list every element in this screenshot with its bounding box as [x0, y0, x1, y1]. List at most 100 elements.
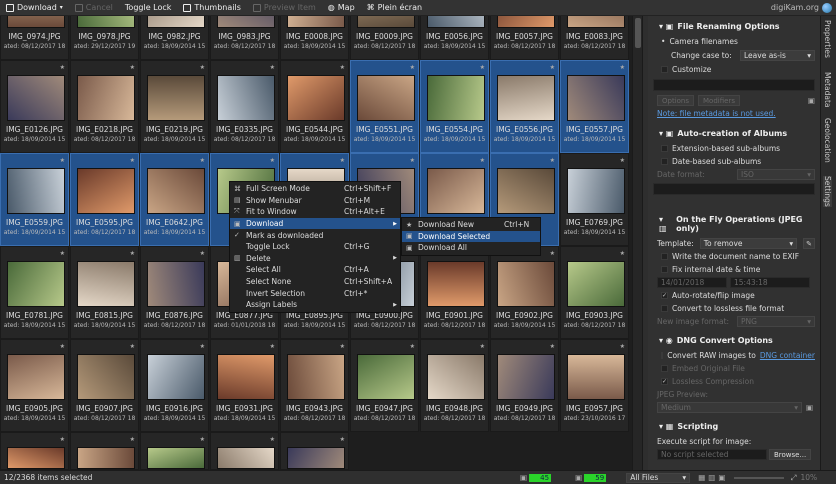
- star-icon[interactable]: ★: [270, 157, 275, 164]
- thumbnail-cell[interactable]: ★IMG_E0901.JPGated: 08/12/2017 18: [420, 246, 489, 339]
- cancel-button[interactable]: Cancel: [69, 3, 119, 12]
- thumbnail-cell[interactable]: ★ IMG_E0931.JPG ated: 18/09/2014 15: [210, 339, 279, 432]
- ext-subalbums-checkbox[interactable]: Extension-based sub-albums: [661, 142, 815, 155]
- star-icon[interactable]: ★: [130, 343, 135, 350]
- section-auto-albums[interactable]: ▾ ▣ Auto-creation of Albums: [659, 129, 815, 138]
- star-icon[interactable]: ★: [60, 250, 65, 257]
- customize-input[interactable]: [653, 79, 815, 91]
- star-icon[interactable]: ★: [130, 64, 135, 71]
- grid-scrollbar[interactable]: [632, 16, 642, 470]
- toggle-lock-button[interactable]: Toggle Lock: [119, 3, 178, 12]
- menu-item-select-none[interactable]: Select None Ctrl+Shift+A: [230, 276, 400, 288]
- star-icon[interactable]: ★: [270, 343, 275, 350]
- star-icon[interactable]: ★: [340, 157, 345, 164]
- jpeg-preview-select[interactable]: Medium ▾: [657, 402, 802, 413]
- thumbnail-cell[interactable]: ★ IMG_E0948.JPG ated: 08/12/2017 18: [420, 339, 489, 432]
- thumbnail-cell[interactable]: ★ IMG_E0595.JPG ated: 08/12/2017 18: [70, 153, 139, 246]
- menu-item-select-all[interactable]: Select All Ctrl+A: [230, 264, 400, 276]
- thumbnail-cell[interactable]: ★ IMG_E0769.JPG ated: 18/09/2014 15: [560, 153, 629, 246]
- modifiers-button[interactable]: Modifiers: [698, 95, 740, 106]
- star-icon[interactable]: ★: [620, 343, 625, 350]
- preview-item-button[interactable]: Preview Item: [247, 3, 322, 12]
- date-input[interactable]: 14/01/2018: [657, 277, 727, 288]
- thumbnail-cell[interactable]: ★ IMG_E0907.JPG ated: 08/12/2017 18: [70, 339, 139, 432]
- star-icon[interactable]: ★: [200, 250, 205, 257]
- star-icon[interactable]: ★: [270, 64, 275, 71]
- convert-raw-checkbox[interactable]: Convert RAW images to DNG container: [661, 349, 815, 362]
- thumbnail-cell[interactable]: ★ IMG_E0957.JPG ated: 23/10/2016 17: [560, 339, 629, 432]
- help-icon[interactable]: ▣: [808, 96, 815, 105]
- thumbnail-cell[interactable]: ★ IMG_E0905.JPG ated: 18/09/2014 15: [0, 339, 69, 432]
- star-icon[interactable]: ★: [200, 343, 205, 350]
- time-input[interactable]: 15:43:18: [730, 277, 810, 288]
- star-icon[interactable]: ★: [550, 343, 555, 350]
- thumbnail-cell[interactable]: ★IMG_0982.JPGated: 18/09/2014 15: [140, 16, 209, 60]
- lossless-format-checkbox[interactable]: Convert to lossless file format: [661, 302, 815, 315]
- star-icon[interactable]: ★: [410, 157, 415, 164]
- thumbnail-cell[interactable]: ★ IMG_E0916.JPG ated: 18/09/2014 15: [140, 339, 209, 432]
- star-icon[interactable]: ★: [620, 250, 625, 257]
- autorotate-checkbox[interactable]: ✓ Auto-rotate/flip image: [661, 289, 815, 302]
- metadata-note-link[interactable]: Note: file metadata is not used.: [657, 107, 815, 120]
- thumbnail-cell[interactable]: ★IMG_E0008.JPGated: 18/09/2014 15: [280, 16, 349, 60]
- star-icon[interactable]: ★: [200, 436, 205, 443]
- thumbnail-cell[interactable]: ★ IMG_E0815.JPG ated: 18/09/2014 15: [70, 246, 139, 339]
- star-icon[interactable]: ★: [60, 157, 65, 164]
- thumbnail-cell[interactable]: ★ IMG_E0551.JPG ated: 18/09/2014 15: [350, 60, 419, 153]
- menu-item-download-selected[interactable]: ▣ Download Selected: [402, 230, 540, 243]
- thumbnail-cell[interactable]: ★IMG_E0056.JPGated: 18/09/2014 15: [420, 16, 489, 60]
- star-icon[interactable]: ★: [340, 436, 345, 443]
- thumbnail-cell[interactable]: ★ IMG_E0949.JPG ated: 08/12/2017 18: [490, 339, 559, 432]
- star-icon[interactable]: ★: [550, 250, 555, 257]
- date-subalbums-checkbox[interactable]: Date-based sub-albums: [661, 155, 815, 168]
- star-icon[interactable]: ★: [340, 64, 345, 71]
- menu-item-delete[interactable]: ▥ Delete ▶: [230, 253, 400, 265]
- script-input[interactable]: No script selected: [657, 449, 767, 460]
- thumbnail-cell[interactable]: ★ IMG_E0559.JPG ated: 18/09/2014 15: [0, 153, 69, 246]
- star-icon[interactable]: ★: [60, 64, 65, 71]
- file-filter-select[interactable]: All Files ▾: [626, 472, 691, 483]
- thumbnail-cell[interactable]: ★IMG_0983.JPGated: 08/12/2017 18: [210, 16, 279, 60]
- fullscreen-button[interactable]: ⌘ Plein écran: [361, 3, 428, 12]
- sort-icons[interactable]: ▦▥▣: [698, 473, 728, 482]
- zoom-slider[interactable]: [734, 476, 785, 479]
- star-icon[interactable]: ★: [410, 64, 415, 71]
- thumbnail-cell[interactable]: ★IMG_E0009.JPGated: 08/12/2017 18: [350, 16, 419, 60]
- star-icon[interactable]: ★: [410, 343, 415, 350]
- menu-item-fit-to-window[interactable]: ⤧ Fit to Window Ctrl+Alt+E: [230, 206, 400, 218]
- thumbnail-cell[interactable]: ★ IMG_E0335.JPG ated: 08/12/2017 18: [210, 60, 279, 153]
- section-file-renaming[interactable]: ▾ ▣ File Renaming Options: [659, 22, 815, 31]
- customize-radio[interactable]: Customize: [661, 63, 815, 76]
- star-icon[interactable]: ★: [130, 157, 135, 164]
- tab-metadata[interactable]: Metadata: [823, 72, 832, 108]
- section-scripting[interactable]: ▾ ▦ Scripting: [659, 422, 815, 431]
- star-icon[interactable]: ★: [550, 64, 555, 71]
- section-on-the-fly[interactable]: ▾ ▥ On the Fly Operations (JPEG only): [659, 215, 815, 233]
- date-format-select[interactable]: ISO ▾: [737, 169, 815, 180]
- star-icon[interactable]: ★: [270, 436, 275, 443]
- star-icon[interactable]: ★: [340, 343, 345, 350]
- thumbnail-cell[interactable]: ★IMG_E0083.JPGated: 08/12/2017 18: [560, 16, 629, 60]
- browse-button[interactable]: Browse...: [769, 449, 812, 460]
- template-select[interactable]: To remove ▾: [699, 238, 798, 249]
- menu-item-mark-as-downloaded[interactable]: ✓ Mark as downloaded: [230, 229, 400, 241]
- embed-original-checkbox[interactable]: Embed Original File: [661, 362, 815, 375]
- help-icon[interactable]: ▣: [806, 403, 813, 412]
- thumbnail-cell[interactable]: ★ IMG_E0219.JPG ated: 18/09/2014 15: [140, 60, 209, 153]
- star-icon[interactable]: ★: [60, 436, 65, 443]
- dng-container-link[interactable]: DNG container: [760, 351, 815, 360]
- thumbnail-cell[interactable]: ★: [210, 432, 279, 470]
- menu-item-full-screen-mode[interactable]: ⌘ Full Screen Mode Ctrl+Shift+F: [230, 183, 400, 195]
- thumbnail-cell[interactable]: ★: [70, 432, 139, 470]
- thumbnail-cell[interactable]: ★: [140, 432, 209, 470]
- thumbnail-cell[interactable]: ★ IMG_E0126.JPG ated: 18/09/2014 15: [0, 60, 69, 153]
- thumbnail-cell[interactable]: ★ IMG_E0903.JPG ated: 08/12/2017 18: [560, 246, 629, 339]
- brand-link[interactable]: digiKam.org: [771, 2, 832, 13]
- menu-item-download-all[interactable]: ▣ Download All: [402, 242, 540, 254]
- menu-item-toggle-lock[interactable]: Toggle Lock Ctrl+G: [230, 241, 400, 253]
- tab-properties[interactable]: Properties: [823, 20, 832, 58]
- section-dng[interactable]: ▾ ◉ DNG Convert Options: [659, 336, 815, 345]
- thumbnail-cell[interactable]: ★ IMG_E0556.JPG ated: 18/09/2014 15: [490, 60, 559, 153]
- menu-item-assign-labels[interactable]: Assign Labels ▶: [230, 299, 400, 311]
- star-icon[interactable]: ★: [200, 64, 205, 71]
